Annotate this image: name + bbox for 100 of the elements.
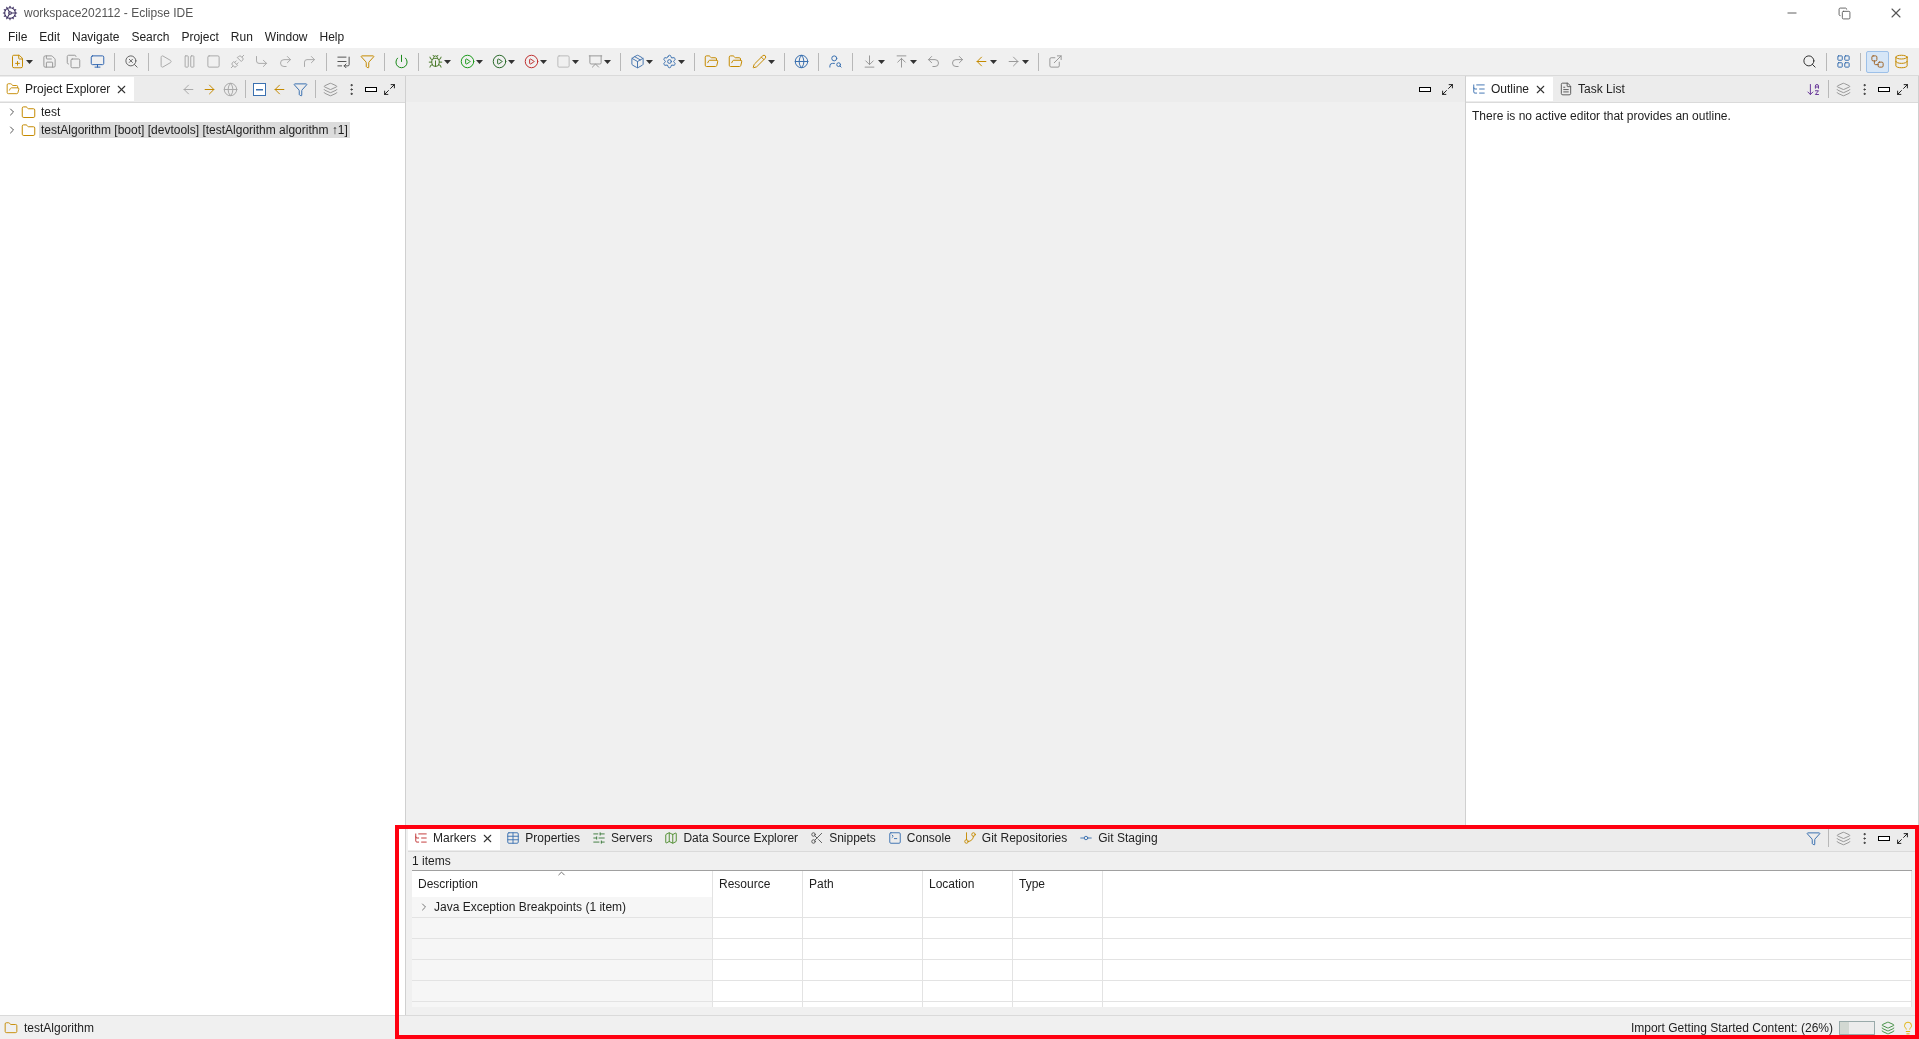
step-into-icon: [254, 54, 269, 69]
sliders-icon: [592, 831, 607, 845]
dropdown-caret-icon: [990, 59, 997, 64]
view-tab[interactable]: Project Explorer: [0, 77, 135, 101]
restore-icon: [1837, 6, 1851, 20]
view-tab[interactable]: Console: [881, 826, 957, 850]
run-external-icon: [524, 54, 539, 69]
window-title: workspace202112 - Eclipse IDE: [24, 6, 195, 20]
view-tab[interactable]: Properties: [500, 826, 587, 850]
view-tab[interactable]: Snippets: [804, 826, 882, 850]
dropdown-caret-icon: [540, 59, 547, 64]
arrow-up-icon: [894, 54, 909, 69]
outline-message: There is no active editor that provides an outline.: [1471, 108, 1732, 125]
presentation-icon: [588, 54, 603, 69]
menu-item[interactable]: Search: [125, 28, 176, 46]
minimize-button[interactable]: [1875, 84, 1893, 94]
table-cell[interactable]: Java Exception Breakpoints (1 item): [412, 897, 713, 918]
globe-icon: [794, 54, 809, 69]
menu-item[interactable]: File: [2, 28, 34, 46]
dropdown-caret-icon: [444, 59, 451, 64]
filter-icon: [360, 54, 375, 69]
dropdown-caret-icon: [604, 59, 611, 64]
package-icon: [630, 54, 645, 69]
dropdown-caret-icon: [572, 59, 579, 64]
dropdown-caret-icon: [26, 59, 33, 64]
pin-editor-icon: [1048, 54, 1063, 69]
search-icon: [1802, 54, 1817, 69]
save-icon: [42, 54, 57, 69]
arrow-left-icon: [974, 54, 989, 69]
globe-icon: [223, 81, 238, 97]
terminal-icon: [887, 831, 902, 845]
progress-text: Import Getting Started Content: (26%): [1630, 1020, 1833, 1035]
view-tab[interactable]: Task List: [1553, 77, 1631, 101]
menu-item[interactable]: Window: [258, 28, 314, 46]
view-tab[interactable]: Outline: [1466, 77, 1554, 101]
perspective-button[interactable]: [1866, 50, 1889, 73]
stop-icon: [556, 54, 571, 69]
collapse-icon: [253, 82, 266, 96]
dropdown-caret-icon: [910, 59, 917, 64]
project-folder-icon: [4, 1020, 18, 1035]
lightbulb-icon: [1901, 1020, 1915, 1035]
view-tab[interactable]: Servers: [586, 826, 659, 850]
view-tab[interactable]: Git Staging: [1073, 826, 1164, 850]
workflow-icon: [1870, 54, 1885, 69]
table-icon: [506, 831, 521, 845]
dropdown-caret-icon: [646, 59, 653, 64]
run-coverage-icon: [492, 54, 507, 69]
maximize-icon: [1896, 82, 1909, 96]
layers-icon: [323, 81, 338, 97]
new-file-icon: [10, 54, 25, 69]
outline-icon: [1472, 82, 1486, 96]
app-logo-icon: [2, 5, 18, 21]
gear-icon: [662, 54, 677, 69]
maximize-icon: [1896, 831, 1909, 845]
project-folder-icon: [21, 104, 36, 120]
progress-view-icon: [1881, 1020, 1895, 1035]
menu-item[interactable]: Project: [175, 28, 225, 46]
document-icon: [1559, 82, 1574, 96]
arrow-down-icon: [862, 54, 877, 69]
stop-icon: [206, 54, 221, 69]
tree-item[interactable]: testAlgorithm [boot] [devtools] [testAlgorithm algorithm ↑1]: [39, 122, 350, 138]
filter-icon: [293, 81, 308, 97]
maximize-icon: [1441, 82, 1454, 96]
map-icon: [664, 831, 679, 845]
database-icon: [1894, 54, 1909, 69]
sort-icon: [1806, 81, 1821, 97]
dropdown-caret-icon: [1022, 59, 1029, 64]
menu-item[interactable]: Navigate: [66, 28, 126, 46]
minimize-button[interactable]: [1416, 84, 1434, 94]
view-tab[interactable]: Git Repositories: [956, 826, 1074, 850]
arrow-right-icon: [202, 81, 217, 97]
dropdown-caret-icon: [678, 59, 685, 64]
run-icon: [460, 54, 475, 69]
save-all-icon: [66, 54, 81, 69]
user-search-icon: [828, 54, 843, 69]
filter-icon: [1806, 830, 1821, 846]
bug-icon: [428, 54, 443, 69]
minimize-button[interactable]: [362, 84, 380, 94]
layers-icon: [1836, 830, 1851, 846]
disconnect-icon: [230, 54, 245, 69]
skip-breakpoints-icon: [124, 54, 139, 69]
power-icon: [394, 54, 409, 69]
dropdown-caret-icon: [768, 59, 775, 64]
dropdown-caret-icon: [878, 59, 885, 64]
minimize-icon: [365, 86, 377, 92]
minimize-icon: [1878, 86, 1890, 92]
minimize-button[interactable]: [1875, 833, 1893, 843]
folder-icon: [704, 54, 719, 69]
resume-icon: [158, 54, 173, 69]
menu-item[interactable]: Edit: [33, 28, 67, 46]
status-text: testAlgorithm: [24, 1020, 95, 1035]
maximize-icon: [383, 82, 396, 96]
cell-text: Java Exception Breakpoints (1 item): [434, 900, 627, 914]
list-icon: [336, 54, 351, 69]
collapse-all-button[interactable]: [250, 80, 269, 98]
view-tab[interactable]: Data Source Explorer: [658, 826, 805, 850]
tree-item[interactable]: test: [39, 104, 63, 120]
menu-item[interactable]: Help: [313, 28, 351, 46]
folder-icon: [6, 82, 20, 96]
menu-item[interactable]: Run: [224, 28, 259, 46]
